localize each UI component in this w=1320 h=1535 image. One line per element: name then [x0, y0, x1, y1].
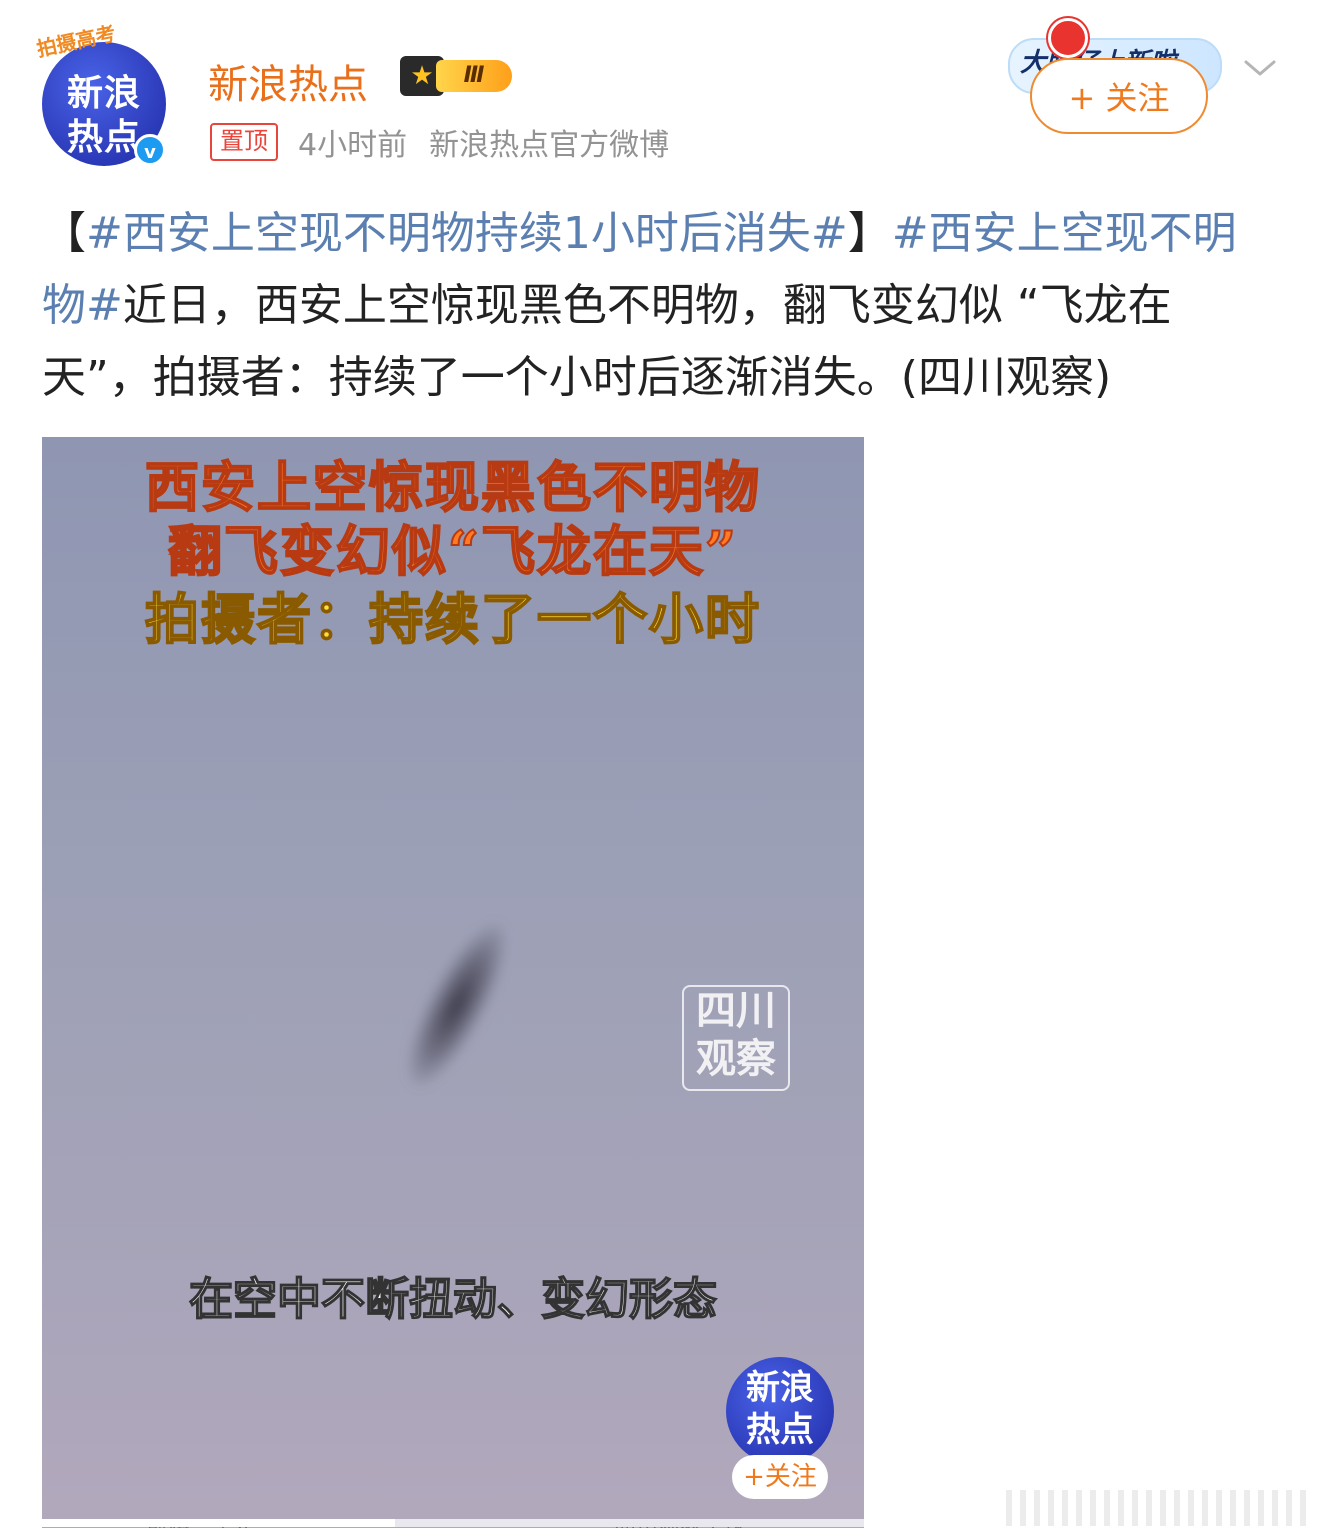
sina-hot-logo: 新浪 热点 [726, 1357, 834, 1465]
chevron-down-icon[interactable] [1242, 56, 1278, 80]
post-source[interactable]: 新浪热点官方微博 [429, 120, 669, 164]
watermark-line1: 四川 [696, 988, 776, 1034]
video-subtitle: 在空中不断扭动、变幻形态 [188, 1273, 718, 1326]
pinned-badge: 置顶 [210, 123, 278, 161]
follow-button[interactable]: + 关注 [1030, 58, 1208, 134]
post-time: 4小时前 [298, 128, 408, 163]
dark-object [390, 912, 524, 1098]
video-follow-button[interactable]: +关注 [732, 1455, 828, 1499]
logo-line1: 新浪 [746, 1368, 814, 1408]
username[interactable]: 新浪热点 [208, 52, 368, 110]
bracket-open: 【 [42, 208, 86, 259]
post-header: 新浪 热点 拍摄高考 v 新浪热点 ★ Ⅲ 置顶 4小时前 新浪热点官方微博 大… [0, 0, 1320, 190]
post-meta: 置顶 4小时前 新浪热点官方微博 [210, 120, 691, 164]
sichuan-guancha-watermark: 四川 观察 [682, 985, 790, 1091]
bracket-close: 】 [847, 208, 892, 259]
post-content: 【#西安上空现不明物持续1小时后消失#】#西安上空现不明物#近日，西安上空惊现黑… [42, 198, 1278, 414]
video-progress-fill [42, 1519, 396, 1527]
logo-line2: 热点 [746, 1410, 814, 1450]
post-body-text: 近日，西安上空惊现黑色不明物，翻飞变幻似 “飞龙在天”，拍摄者：持续了一个小时后… [42, 280, 1172, 403]
caption-line-3: 拍摄者：持续了一个小时 [144, 586, 761, 652]
faint-watermark [1006, 1490, 1310, 1526]
video-thumbnail[interactable]: 西安上空惊现黑色不明物 翻飞变幻似“飞龙在天” 拍摄者：持续了一个小时 四川 观… [42, 437, 864, 1528]
member-level-badge[interactable]: ★ Ⅲ [400, 54, 514, 98]
topic-link-1[interactable]: #西安上空现不明物持续1小时后消失# [86, 208, 848, 259]
level-label: Ⅲ [436, 60, 512, 92]
mascot-icon [1048, 18, 1088, 58]
watermark-line2: 观察 [696, 1036, 776, 1082]
verified-icon: v [134, 134, 166, 166]
video-progress-bar[interactable] [42, 1519, 864, 1527]
